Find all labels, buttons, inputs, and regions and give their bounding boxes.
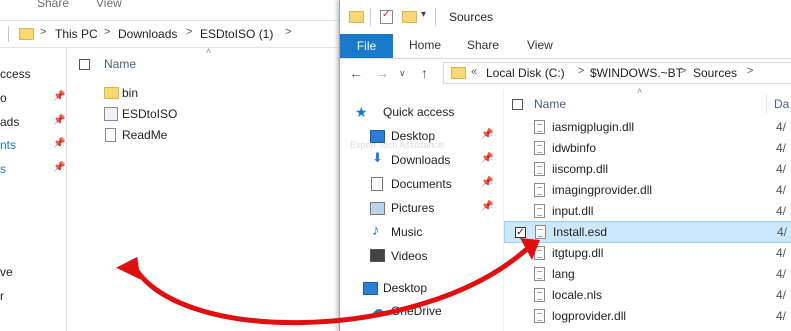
double-arrow-annotation bbox=[116, 238, 540, 326]
arrow-head-right bbox=[520, 238, 540, 260]
arrow-curve bbox=[129, 246, 530, 326]
